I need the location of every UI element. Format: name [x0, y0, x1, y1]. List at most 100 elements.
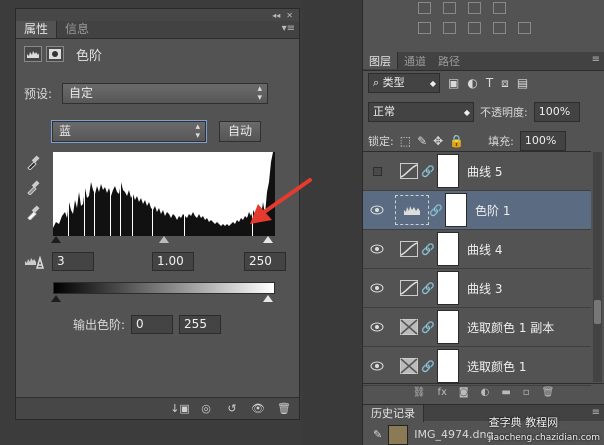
- layer-row[interactable]: 🔗 曲线 3: [363, 269, 591, 308]
- add-mask-icon[interactable]: ◙: [459, 387, 469, 398]
- adjustment-icon[interactable]: [493, 2, 506, 14]
- opacity-field[interactable]: 100%: [533, 102, 580, 122]
- view-previous-icon[interactable]: ◎: [199, 402, 213, 416]
- white-input-slider[interactable]: [263, 236, 273, 243]
- adjustment-filter-icon[interactable]: ◐: [467, 76, 477, 90]
- visibility-icon[interactable]: 👁: [251, 402, 265, 416]
- gamma-input-slider[interactable]: [159, 236, 169, 243]
- layer-row[interactable]: 🔗 色阶 1: [363, 191, 591, 230]
- close-panel-icon[interactable]: ✕: [286, 11, 293, 20]
- panel-menu-icon[interactable]: ▾≡: [282, 23, 295, 34]
- layer-mask-thumbnail[interactable]: [437, 310, 459, 344]
- channel-select[interactable]: 蓝 ▴ ▾: [52, 121, 206, 142]
- new-group-icon[interactable]: ▬: [501, 387, 510, 398]
- input-white-field[interactable]: 250: [244, 252, 286, 271]
- layer-name[interactable]: 曲线 3: [467, 280, 502, 297]
- layers-scrollbar[interactable]: [593, 152, 602, 382]
- lock-pixels-icon[interactable]: ✎: [417, 134, 427, 148]
- smart-object-filter-icon[interactable]: ▤: [517, 76, 528, 90]
- output-white-field[interactable]: 255: [179, 315, 222, 334]
- output-black-field[interactable]: 0: [131, 315, 174, 334]
- chain-link-icon[interactable]: 🔗: [421, 165, 435, 178]
- black-output-slider[interactable]: [51, 295, 61, 302]
- tab-history[interactable]: 历史记录: [363, 405, 424, 422]
- chain-link-icon[interactable]: 🔗: [421, 243, 435, 256]
- adjustment-icon[interactable]: [443, 2, 456, 14]
- layer-row[interactable]: 🔗 曲线 5: [363, 152, 591, 191]
- layer-name[interactable]: 选取颜色 1 副本: [467, 319, 554, 336]
- white-point-eyedropper-icon[interactable]: [26, 204, 40, 220]
- lock-position-icon[interactable]: ✥: [433, 134, 443, 148]
- eye-icon[interactable]: [363, 322, 391, 332]
- auto-button[interactable]: 自动: [219, 121, 262, 142]
- layer-name[interactable]: 选取颜色 1: [467, 358, 526, 375]
- layer-mask-thumbnail[interactable]: [437, 271, 459, 305]
- chain-link-icon[interactable]: 🔗: [421, 321, 435, 334]
- eye-icon[interactable]: [363, 244, 391, 254]
- curves-adjustment-icon: [397, 277, 421, 299]
- visibility-toggle[interactable]: [363, 166, 391, 176]
- layer-name[interactable]: 曲线 4: [467, 241, 502, 258]
- delete-icon[interactable]: 🗑: [277, 402, 291, 416]
- pixel-filter-icon[interactable]: ▣: [448, 76, 459, 90]
- curves-adjustment-icon: [397, 160, 421, 182]
- tab-info[interactable]: 信息: [57, 21, 97, 38]
- type-filter-icon[interactable]: T: [486, 76, 493, 90]
- fx-icon[interactable]: fx: [437, 387, 446, 398]
- layer-row[interactable]: 🔗 选取颜色 1: [363, 347, 591, 386]
- panel-menu-icon[interactable]: ≡: [592, 54, 600, 65]
- scrollbar-thumb[interactable]: [594, 300, 601, 324]
- adjustment-icon[interactable]: [518, 22, 531, 34]
- layer-row[interactable]: 🔗 选取颜色 1 副本: [363, 308, 591, 347]
- new-adjustment-icon[interactable]: ◐: [481, 387, 490, 398]
- layer-mask-thumbnail[interactable]: [445, 193, 467, 227]
- collapse-icon[interactable]: ◂◂: [272, 11, 280, 20]
- preset-label: 预设:: [24, 87, 53, 101]
- blend-mode-select[interactable]: 正常 ◆: [368, 102, 474, 122]
- preset-select[interactable]: 自定 ▴ ▾: [62, 83, 268, 104]
- layers-tabs: 图层 通道 路径 ≡: [363, 52, 604, 71]
- adjustment-icon[interactable]: [468, 22, 481, 34]
- properties-panel: ◂◂ ✕ 属性 信息 ▾≡ 色阶 预设: 自定 ▴ ▾ 蓝 ▴ ▾ 自动 3 1…: [15, 8, 300, 420]
- adjustment-icon[interactable]: [418, 2, 431, 14]
- input-gamma-field[interactable]: 1.00: [152, 252, 194, 271]
- tab-channels[interactable]: 通道: [398, 52, 432, 69]
- adjustment-icon[interactable]: [493, 22, 506, 34]
- adjustments-icons-area: [363, 0, 604, 47]
- tab-paths[interactable]: 路径: [432, 52, 466, 69]
- chain-link-icon[interactable]: 🔗: [421, 282, 435, 295]
- black-point-eyedropper-icon[interactable]: [26, 154, 40, 170]
- adjustment-icon[interactable]: [418, 22, 431, 34]
- chain-link-icon[interactable]: 🔗: [429, 204, 443, 217]
- adjustment-icon[interactable]: [468, 2, 481, 14]
- shape-filter-icon[interactable]: ⧈: [501, 76, 509, 91]
- layer-mask-thumbnail[interactable]: [437, 349, 459, 383]
- watermark: 查字典 教程网 jiaocheng.chazidian.com: [489, 414, 600, 443]
- new-layer-icon[interactable]: ▫: [523, 387, 530, 398]
- input-black-field[interactable]: 3: [52, 252, 94, 271]
- layer-mask-thumbnail[interactable]: [437, 232, 459, 266]
- reset-icon[interactable]: ↺: [225, 402, 239, 416]
- lock-transparency-icon[interactable]: ⬚: [400, 134, 411, 148]
- mask-icon[interactable]: [46, 46, 64, 62]
- eye-icon[interactable]: [363, 283, 391, 293]
- layer-mask-thumbnail[interactable]: [437, 154, 459, 188]
- gray-point-eyedropper-icon[interactable]: [26, 179, 40, 195]
- chain-link-icon[interactable]: 🔗: [421, 360, 435, 373]
- clip-to-layer-icon[interactable]: ↓▣: [170, 402, 190, 416]
- layer-filter-select[interactable]: ⌕ 类型 ◆: [368, 73, 440, 93]
- layer-row[interactable]: 🔗 曲线 4: [363, 230, 591, 269]
- delete-layer-icon[interactable]: 🗑: [542, 387, 555, 398]
- eye-icon[interactable]: [363, 205, 391, 215]
- eye-icon[interactable]: [363, 361, 391, 371]
- fill-field[interactable]: 100%: [519, 131, 566, 151]
- layer-name[interactable]: 色阶 1: [475, 202, 510, 219]
- white-output-slider[interactable]: [263, 295, 273, 302]
- black-input-slider[interactable]: [51, 236, 61, 243]
- adjustment-icon[interactable]: [443, 22, 456, 34]
- layer-name[interactable]: 曲线 5: [467, 163, 502, 180]
- tab-layers[interactable]: 图层: [363, 52, 398, 69]
- lock-all-icon[interactable]: 🔒: [449, 134, 464, 148]
- tab-properties[interactable]: 属性: [16, 21, 58, 38]
- link-layers-icon[interactable]: ⛓: [413, 387, 426, 398]
